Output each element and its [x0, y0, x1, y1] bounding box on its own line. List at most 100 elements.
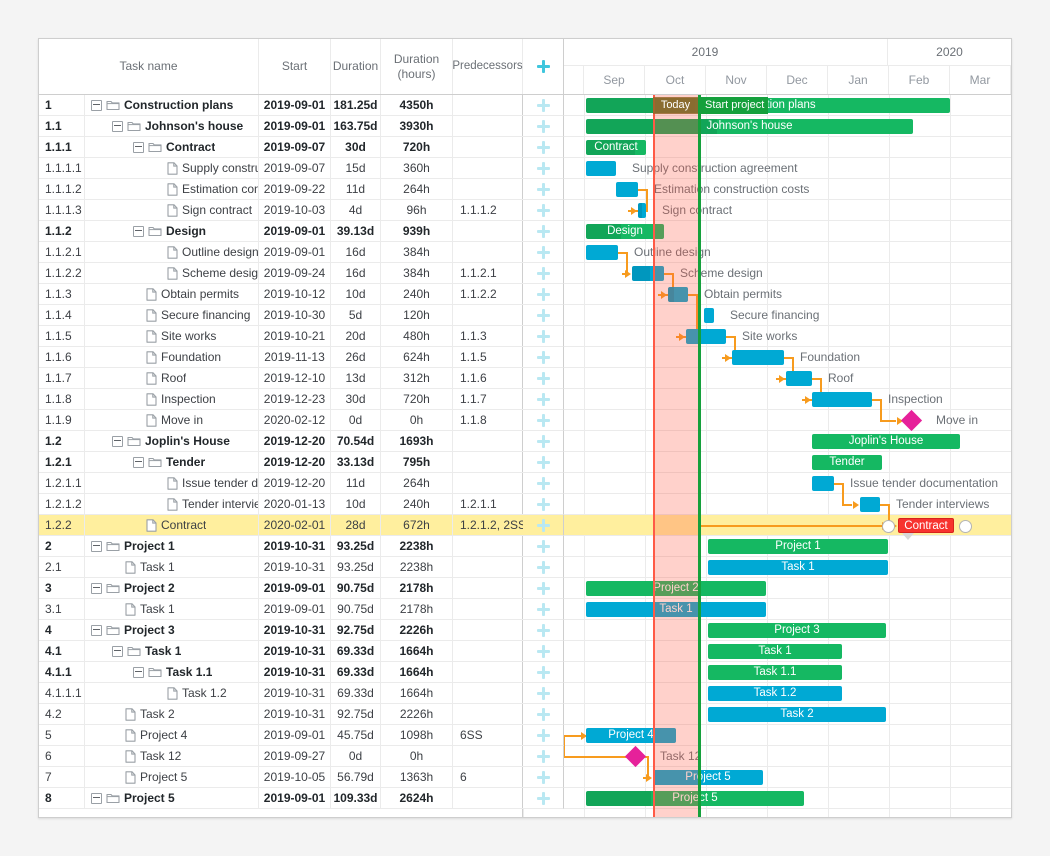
add-task-button[interactable]	[523, 284, 564, 305]
row-task-name[interactable]: Project 1	[85, 536, 259, 556]
row-predecessors[interactable]: 1.1.2.1	[453, 263, 523, 283]
add-task-button[interactable]	[523, 431, 564, 452]
add-task-button[interactable]	[523, 578, 564, 599]
table-row[interactable]: 1.1.9 Move in 2020-02-12 0d 0h 1.1.8	[39, 410, 523, 431]
row-duration-hours[interactable]: 120h	[381, 305, 453, 325]
row-start-date[interactable]: 2019-10-31	[259, 683, 331, 703]
table-row[interactable]: 4.1.1 Task 1.1 2019-10-31 69.33d 1664h	[39, 662, 523, 683]
row-duration[interactable]: 0d	[331, 746, 381, 766]
row-start-date[interactable]: 2019-09-27	[259, 746, 331, 766]
row-duration-hours[interactable]: 2178h	[381, 578, 453, 598]
timeline-row[interactable]	[523, 452, 1011, 473]
add-task-button[interactable]	[523, 116, 564, 137]
add-task-button[interactable]	[523, 473, 564, 494]
table-row[interactable]: 1.1.6 Foundation 2019-11-13 26d 624h 1.1.5	[39, 347, 523, 368]
add-task-button[interactable]	[523, 389, 564, 410]
row-task-name[interactable]: Obtain permits	[85, 284, 259, 304]
row-predecessors[interactable]: 1.1.5	[453, 347, 523, 367]
row-task-name[interactable]: Secure financing	[85, 305, 259, 325]
row-duration-hours[interactable]: 2226h	[381, 704, 453, 724]
collapse-toggle[interactable]	[112, 120, 123, 132]
row-duration-hours[interactable]: 2624h	[381, 788, 453, 808]
row-predecessors[interactable]	[453, 704, 523, 724]
row-task-name[interactable]: Inspection	[85, 389, 259, 409]
row-task-name[interactable]: Outline design	[85, 242, 259, 262]
task-bar[interactable]	[786, 371, 812, 386]
row-duration[interactable]: 0d	[331, 410, 381, 430]
row-duration-hours[interactable]: 0h	[381, 410, 453, 430]
link-handle-right[interactable]	[959, 520, 972, 533]
row-start-date[interactable]: 2019-10-31	[259, 620, 331, 640]
row-predecessors[interactable]	[453, 599, 523, 619]
row-duration[interactable]: 69.33d	[331, 641, 381, 661]
row-start-date[interactable]: 2019-09-01	[259, 725, 331, 745]
row-task-name[interactable]: Project 5	[85, 767, 259, 787]
table-row[interactable]: 4 Project 3 2019-10-31 92.75d 2226h	[39, 620, 523, 641]
add-task-button[interactable]	[523, 620, 564, 641]
project-bar[interactable]: Tender	[812, 455, 882, 470]
row-duration[interactable]: 39.13d	[331, 221, 381, 241]
task-bar[interactable]	[860, 497, 880, 512]
progress-drag-handle[interactable]	[902, 533, 914, 540]
table-row[interactable]: 3.1 Task 1 2019-09-01 90.75d 2178h	[39, 599, 523, 620]
collapse-toggle[interactable]	[91, 624, 102, 636]
row-duration-hours[interactable]: 264h	[381, 473, 453, 493]
row-duration-hours[interactable]: 240h	[381, 284, 453, 304]
table-row[interactable]: 1.1.2 Design 2019-09-01 39.13d 939h	[39, 221, 523, 242]
row-duration-hours[interactable]: 1664h	[381, 641, 453, 661]
row-start-date[interactable]: 2019-09-01	[259, 116, 331, 136]
row-predecessors[interactable]	[453, 116, 523, 136]
add-task-button[interactable]	[523, 200, 564, 221]
row-task-name[interactable]: Supply construction agreement	[85, 158, 259, 178]
table-row[interactable]: 8 Project 5 2019-09-01 109.33d 2624h	[39, 788, 523, 809]
row-predecessors[interactable]	[453, 221, 523, 241]
table-row[interactable]: 6 Task 12 2019-09-27 0d 0h	[39, 746, 523, 767]
row-duration-hours[interactable]: 96h	[381, 200, 453, 220]
row-start-date[interactable]: 2019-12-20	[259, 452, 331, 472]
row-duration[interactable]: 69.33d	[331, 683, 381, 703]
add-task-button[interactable]	[523, 158, 564, 179]
row-duration[interactable]: 30d	[331, 389, 381, 409]
add-task-button[interactable]	[523, 515, 564, 536]
table-row[interactable]: 7 Project 5 2019-10-05 56.79d 1363h 6	[39, 767, 523, 788]
row-duration-hours[interactable]: 1664h	[381, 662, 453, 682]
row-task-name[interactable]: Scheme design	[85, 263, 259, 283]
table-row[interactable]: 1.2.1.2 Tender interviews2020-01-1310d240…	[39, 494, 523, 515]
row-start-date[interactable]: 2019-12-20	[259, 431, 331, 451]
add-task-button[interactable]	[523, 557, 564, 578]
row-task-name[interactable]: Issue tender documentation	[85, 473, 259, 493]
row-predecessors[interactable]	[453, 578, 523, 598]
row-start-date[interactable]: 2019-10-05	[259, 767, 331, 787]
row-task-name[interactable]: Tender	[85, 452, 259, 472]
collapse-toggle[interactable]	[91, 582, 102, 594]
add-task-button[interactable]	[523, 683, 564, 704]
row-duration-hours[interactable]: 384h	[381, 242, 453, 262]
row-predecessors[interactable]: 1.1.2.2	[453, 284, 523, 304]
row-duration-hours[interactable]: 2238h	[381, 557, 453, 577]
add-task-button[interactable]	[523, 137, 564, 158]
row-start-date[interactable]: 2019-12-10	[259, 368, 331, 388]
row-duration-hours[interactable]: 720h	[381, 137, 453, 157]
row-task-name[interactable]: Project 3	[85, 620, 259, 640]
timeline-row[interactable]	[523, 368, 1011, 389]
row-start-date[interactable]: 2019-10-31	[259, 536, 331, 556]
task-bar[interactable]: Task 2	[708, 707, 886, 722]
table-row[interactable]: 4.1.1.1 Task 1.2 2019-10-31 69.33d 1664h	[39, 683, 523, 704]
row-task-name[interactable]: Move in	[85, 410, 259, 430]
project-bar[interactable]: Johnson's house	[586, 119, 913, 134]
row-start-date[interactable]: 2019-10-30	[259, 305, 331, 325]
row-duration[interactable]: 93.25d	[331, 536, 381, 556]
project-bar[interactable]: Project 3	[708, 623, 886, 638]
column-header-task-name[interactable]: Task name	[39, 39, 259, 94]
row-start-date[interactable]: 2019-09-01	[259, 95, 331, 115]
add-task-button[interactable]	[523, 494, 564, 515]
add-task-button[interactable]	[523, 536, 564, 557]
add-task-button[interactable]	[523, 221, 564, 242]
table-row[interactable]: 1.2.1.1 Issue tender documentation2019-12…	[39, 473, 523, 494]
row-duration-hours[interactable]: 312h	[381, 368, 453, 388]
task-bar[interactable]	[616, 182, 638, 197]
row-predecessors[interactable]	[453, 452, 523, 472]
row-duration[interactable]: 56.79d	[331, 767, 381, 787]
task-bar[interactable]	[732, 350, 784, 365]
row-duration[interactable]: 70.54d	[331, 431, 381, 451]
